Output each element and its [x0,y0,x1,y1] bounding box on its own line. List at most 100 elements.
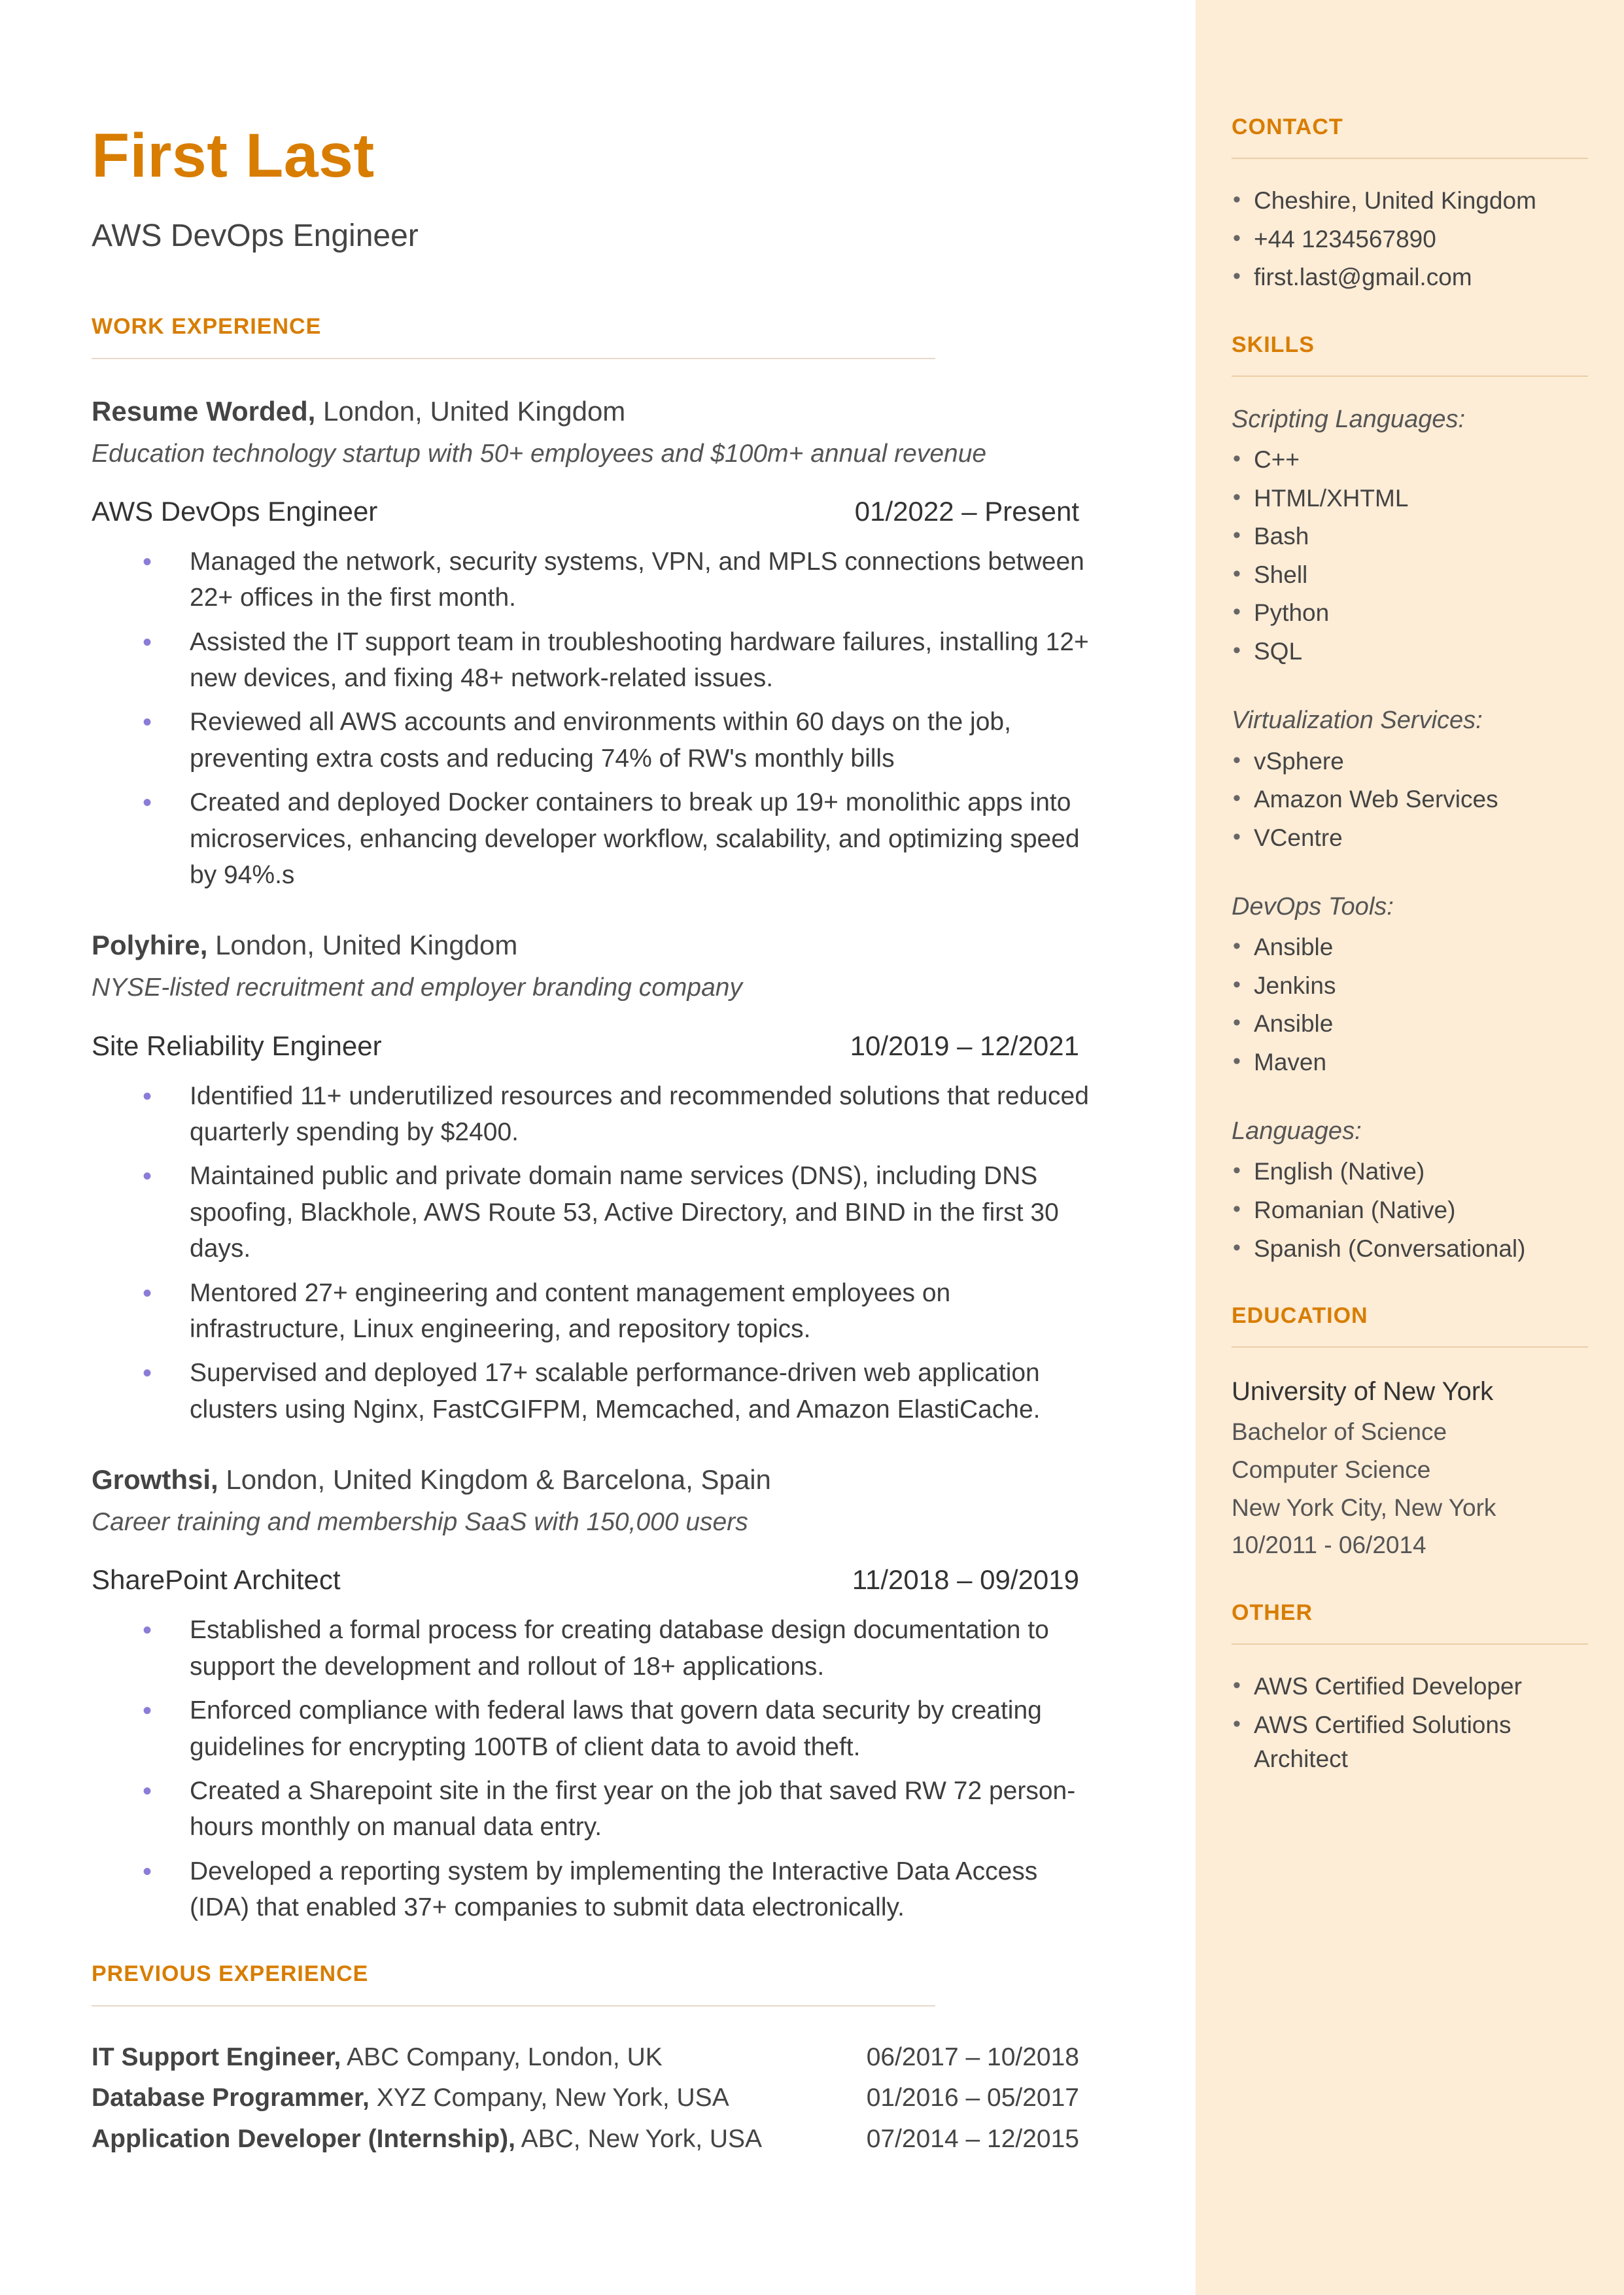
education-block: University of New York Bachelor of Scien… [1232,1373,1588,1563]
main-column: First Last AWS DevOps Engineer WORK EXPE… [0,0,1196,2295]
previous-title: Application Developer (Internship), [92,2125,515,2153]
role-dates: 11/2018 – 09/2019 [852,1560,1079,1600]
bullet: Supervised and deployed 17+ scalable per… [92,1355,1092,1428]
company-location: London, United Kingdom [207,930,517,960]
skill-item: VCentre [1232,821,1588,856]
previous-dates: 07/2014 – 12/2015 [867,2121,1079,2158]
job-bullets: Identified 11+ underutilized resources a… [92,1078,1092,1428]
skill-item: Python [1232,596,1588,631]
skills-group-title: Virtualization Services: [1232,703,1588,739]
previous-left: Application Developer (Internship), ABC,… [92,2121,762,2158]
job-company-line: Growthsi, London, United Kingdom & Barce… [92,1460,1137,1500]
skill-item: Ansible [1232,1007,1588,1042]
job-company-line: Resume Worded, London, United Kingdom [92,392,1137,432]
bullet: Assisted the IT support team in troubles… [92,624,1092,697]
education-field: Computer Science [1232,1452,1588,1488]
company-name: Growthsi, [92,1464,218,1495]
section-contact: CONTACT [1232,111,1588,143]
skill-item: Ansible [1232,930,1588,965]
skill-item: Shell [1232,558,1588,593]
company-desc: Education technology startup with 50+ em… [92,436,1137,473]
skill-item: Romanian (Native) [1232,1193,1588,1228]
divider [92,2005,935,2006]
bullet: Created and deployed Docker containers t… [92,784,1092,893]
previous-title: IT Support Engineer, [92,2043,341,2071]
previous-row: IT Support Engineer, ABC Company, London… [92,2039,1079,2076]
previous-left: Database Programmer, XYZ Company, New Yo… [92,2080,729,2117]
skills-list: English (Native) Romanian (Native) Spani… [1232,1155,1588,1266]
skill-item: Spanish (Conversational) [1232,1232,1588,1267]
skill-item: vSphere [1232,745,1588,779]
other-item: AWS Certified Developer [1232,1670,1588,1704]
skill-item: HTML/XHTML [1232,482,1588,516]
section-skills: SKILLS [1232,329,1588,361]
section-previous-experience: PREVIOUS EXPERIENCE [92,1958,1137,1990]
section-education: EDUCATION [1232,1300,1588,1332]
bullet: Developed a reporting system by implemen… [92,1853,1092,1926]
divider [92,358,935,359]
role-row: AWS DevOps Engineer 01/2022 – Present [92,492,1079,532]
previous-left: IT Support Engineer, ABC Company, London… [92,2039,663,2076]
skill-item: SQL [1232,635,1588,669]
role-title: AWS DevOps Engineer [92,492,377,532]
previous-loc: XYZ Company, New York, USA [370,2084,729,2112]
skills-group-title: Scripting Languages: [1232,402,1588,438]
previous-loc: ABC Company, London, UK [341,2043,662,2071]
role-row: Site Reliability Engineer 10/2019 – 12/2… [92,1026,1079,1066]
contact-list: Cheshire, United Kingdom +44 1234567890 … [1232,184,1588,295]
bullet: Enforced compliance with federal laws th… [92,1692,1092,1765]
previous-title: Database Programmer, [92,2084,370,2112]
role-title: SharePoint Architect [92,1560,341,1600]
bullet: Managed the network, security systems, V… [92,544,1092,616]
company-name: Polyhire, [92,930,207,960]
resume-page: First Last AWS DevOps Engineer WORK EXPE… [0,0,1624,2295]
skills-group-title: DevOps Tools: [1232,889,1588,925]
previous-dates: 06/2017 – 10/2018 [867,2039,1079,2076]
divider [1232,376,1588,377]
previous-row: Application Developer (Internship), ABC,… [92,2121,1079,2158]
bullet: Established a formal process for creatin… [92,1612,1092,1685]
bullet: Reviewed all AWS accounts and environmen… [92,704,1092,777]
bullet: Identified 11+ underutilized resources a… [92,1078,1092,1151]
candidate-name: First Last [92,111,1137,201]
contact-phone: +44 1234567890 [1232,222,1588,257]
skill-item: Amazon Web Services [1232,782,1588,817]
bullet: Created a Sharepoint site in the first y… [92,1773,1092,1846]
divider [1232,158,1588,159]
skill-item: English (Native) [1232,1155,1588,1189]
skill-item: Jenkins [1232,969,1588,1004]
section-other: OTHER [1232,1597,1588,1629]
section-work-experience: WORK EXPERIENCE [92,311,1137,343]
skill-item: C++ [1232,443,1588,478]
bullet: Maintained public and private domain nam… [92,1158,1092,1267]
other-list: AWS Certified Developer AWS Certified So… [1232,1670,1588,1777]
company-desc: Career training and membership SaaS with… [92,1504,1137,1541]
job-bullets: Established a formal process for creatin… [92,1612,1092,1925]
skills-group-title: Languages: [1232,1113,1588,1149]
previous-dates: 01/2016 – 05/2017 [867,2080,1079,2117]
company-desc: NYSE-listed recruitment and employer bra… [92,970,1137,1007]
role-dates: 01/2022 – Present [855,492,1079,532]
divider [1232,1346,1588,1348]
skill-item: Maven [1232,1045,1588,1080]
education-dates: 10/2011 - 06/2014 [1232,1528,1588,1563]
education-university: University of New York [1232,1373,1588,1410]
role-title: Site Reliability Engineer [92,1026,382,1066]
contact-location: Cheshire, United Kingdom [1232,184,1588,219]
job-company-line: Polyhire, London, United Kingdom [92,926,1137,966]
previous-row: Database Programmer, XYZ Company, New Yo… [92,2080,1079,2117]
education-location: New York City, New York [1232,1490,1588,1526]
contact-email: first.last@gmail.com [1232,260,1588,295]
divider [1232,1643,1588,1645]
skills-list: Ansible Jenkins Ansible Maven [1232,930,1588,1079]
other-item: AWS Certified Solutions Architect [1232,1708,1588,1777]
candidate-title: AWS DevOps Engineer [92,213,1137,259]
skill-item: Bash [1232,519,1588,554]
bullet: Mentored 27+ engineering and content man… [92,1275,1092,1348]
skills-list: vSphere Amazon Web Services VCentre [1232,745,1588,856]
company-location: London, United Kingdom & Barcelona, Spai… [218,1464,771,1495]
role-dates: 10/2019 – 12/2021 [850,1026,1079,1066]
company-name: Resume Worded, [92,396,315,427]
company-location: London, United Kingdom [315,396,625,427]
previous-loc: ABC, New York, USA [515,2125,762,2153]
